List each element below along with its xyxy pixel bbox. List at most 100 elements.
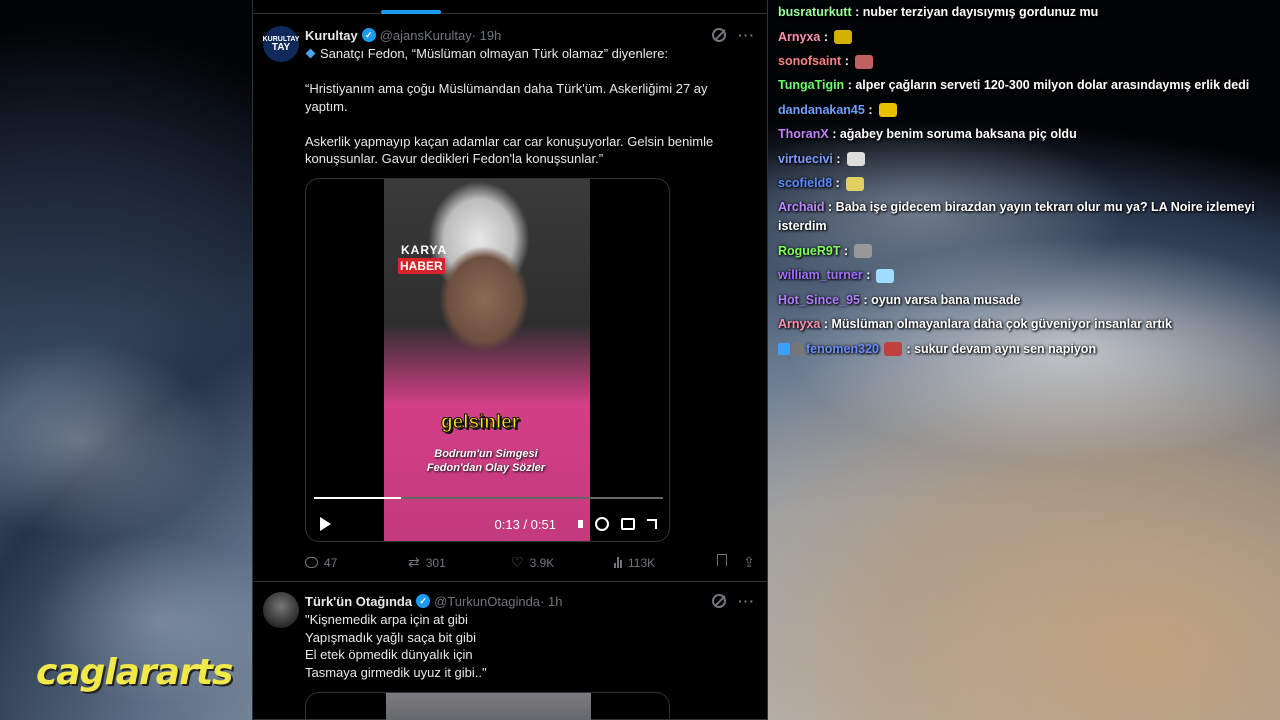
chat-username[interactable]: william_turner — [778, 268, 863, 282]
video-caption-big: gelsinler — [440, 412, 520, 434]
chat-text: : — [836, 151, 841, 166]
twitter-feed[interactable]: KURULTAY TAY Kurultay ✓ @ajansKurultay ·… — [252, 0, 768, 720]
grok-icon[interactable] — [712, 28, 726, 42]
chat-username[interactable]: RogueR9T — [778, 244, 841, 258]
channel-watermark: caglararts — [36, 652, 233, 693]
chat-message: virtuecivi : — [778, 147, 1280, 172]
video-brand-bottom: HABER — [398, 258, 445, 274]
diamond-icon — [305, 48, 316, 59]
reply-icon — [305, 557, 318, 568]
chat-username[interactable]: scofield8 — [778, 176, 832, 190]
chat-username[interactable]: Archaid — [778, 200, 825, 214]
chat-text: : sukur devam aynı sen napiyon — [906, 341, 1097, 356]
settings-icon[interactable] — [595, 517, 609, 531]
fullscreen-icon[interactable] — [647, 519, 657, 529]
video-player[interactable]: KARYA HABER gelsinler Bodrum'un Simgesi … — [305, 178, 670, 542]
chat-username[interactable]: fenomen320 — [806, 342, 879, 356]
reply-count: 47 — [324, 555, 338, 570]
chat-text: : Müslüman olmayanlara daha çok güveniyo… — [823, 317, 1172, 331]
chat-message: busraturkutt : nuber terziyan dayısıymış… — [778, 0, 1280, 25]
feed-tab-bar — [253, 0, 767, 14]
repost-icon: ⇄ — [408, 554, 420, 570]
chat-username[interactable]: Hot_Since_95 — [778, 293, 860, 307]
chat-text: : oyun varsa bana musade — [863, 292, 1021, 307]
author-handle[interactable]: @TurkunOtaginda — [434, 594, 540, 609]
avatar[interactable]: KURULTAY TAY — [263, 26, 299, 62]
video-progress-bar[interactable] — [314, 497, 663, 499]
views-button[interactable]: 113K — [614, 556, 717, 570]
volume-icon[interactable] — [578, 520, 583, 528]
more-icon[interactable]: ··· — [738, 593, 755, 609]
chat-username[interactable]: busraturkutt — [778, 5, 852, 19]
chat-username[interactable]: TungaTigin — [778, 78, 844, 92]
video-progress-fill — [314, 497, 402, 499]
chat-text: : — [835, 176, 840, 190]
more-icon[interactable]: ··· — [738, 27, 755, 43]
cloud-layer-left — [0, 260, 252, 720]
tweet-paragraph: “Hristiyanım ama çoğu Müslümandan daha T… — [305, 81, 708, 114]
video-time: 0:13 / 0:51 — [494, 516, 556, 532]
tweet-time[interactable]: · 1h — [540, 594, 562, 609]
grok-icon[interactable] — [712, 594, 726, 608]
chat-emote-icon — [884, 342, 903, 357]
video-brand-top: KARYA — [401, 243, 448, 257]
pip-icon[interactable] — [621, 518, 635, 530]
chat-message: sonofsaint : — [778, 49, 1280, 74]
tweet-line: "Kişnemedik arpa için at gibi — [305, 612, 468, 627]
tweet-text: "Kişnemedik arpa için at gibi Yapışmadık… — [305, 611, 749, 681]
reply-button[interactable]: 47 — [305, 556, 408, 570]
tweet-actions: 47 ⇄ 301 ♡ 3.9K 113K ⇪ — [305, 554, 755, 571]
chat-username[interactable]: sonofsaint — [778, 54, 841, 68]
play-icon[interactable] — [320, 517, 331, 531]
chat-emote-icon — [854, 54, 873, 69]
chat-badge-icon — [778, 343, 790, 356]
tweet-line: El etek öpmedik dünyalık için — [305, 647, 473, 662]
tweet-paragraph: Askerlik yapmayıp kaçan adamlar car car … — [305, 133, 714, 167]
chat-emote-icon — [876, 268, 895, 283]
author-name[interactable]: Türk'ün Otağında — [305, 594, 412, 609]
repost-count: 301 — [425, 555, 446, 570]
chat-username[interactable]: dandanakan45 — [778, 103, 865, 117]
like-count: 3.9K — [529, 555, 555, 570]
like-button[interactable]: ♡ 3.9K — [511, 554, 614, 571]
heart-icon: ♡ — [511, 554, 524, 570]
chat-emote-icon — [834, 30, 853, 45]
chat-message: Arnyxa : — [778, 25, 1280, 50]
chat-username[interactable]: Arnyxa — [778, 30, 820, 44]
repost-button[interactable]: ⇄ 301 — [408, 554, 511, 571]
chat-emote-icon — [854, 244, 873, 259]
chat-text: : ağabey benim soruma baksana piç oldu — [832, 127, 1077, 141]
chat-username[interactable]: virtuecivi — [778, 152, 833, 166]
chat-message: fenomen320 : sukur devam aynı sen napiyo… — [778, 337, 1280, 362]
chat-message: RogueR9T : — [778, 239, 1280, 264]
chat-text: : Baba işe gidecem birazdan yayın tekrar… — [778, 199, 1255, 233]
chat-message: Hot_Since_95 : oyun varsa bana musade — [778, 288, 1280, 313]
tweet-media-preview[interactable] — [305, 692, 670, 720]
views-icon — [614, 557, 622, 568]
tweet-line: Yapışmadık yağlı saça bit gibi — [305, 629, 477, 645]
tweet[interactable]: KURULTAY TAY Kurultay ✓ @ajansKurultay ·… — [253, 14, 767, 582]
chat-message: TungaTigin : alper çağların serveti 120-… — [778, 74, 1280, 98]
video-controls: 0:13 / 0:51 — [306, 509, 669, 539]
chat-badge-icon — [792, 343, 804, 356]
video-frame[interactable]: KARYA HABER gelsinler Bodrum'un Simgesi … — [384, 179, 590, 541]
chat-emote-icon — [846, 152, 865, 167]
tweet[interactable]: Türk'ün Otağında ✓ @TurkunOtaginda · 1h … — [253, 582, 767, 720]
tweet-time[interactable]: · 19h — [472, 28, 502, 43]
bookmark-icon[interactable] — [717, 554, 728, 566]
chat-message: ThoranX : ağabey benim soruma baksana pi… — [778, 122, 1280, 147]
chat-text: : nuber terziyan dayısıymış gordunuz mu — [855, 5, 1099, 19]
tweet-text: Sanatçı Fedon, “Müslüman olmayan Türk ol… — [305, 45, 749, 185]
view-count: 113K — [628, 555, 656, 570]
share-icon[interactable]: ⇪ — [743, 554, 755, 571]
author-name[interactable]: Kurultay — [305, 28, 358, 43]
chat-text: : — [823, 29, 829, 44]
stream-chat: busraturkutt : nuber terziyan dayısıymış… — [778, 0, 1280, 390]
chat-username[interactable]: ThoranX — [778, 127, 829, 141]
chat-text: : — [843, 243, 849, 258]
avatar[interactable] — [263, 592, 299, 628]
author-handle[interactable]: @ajansKurultay — [380, 28, 472, 43]
chat-text: : — [868, 102, 873, 117]
chat-emote-icon — [878, 103, 897, 118]
chat-username[interactable]: Arnyxa — [778, 317, 820, 331]
